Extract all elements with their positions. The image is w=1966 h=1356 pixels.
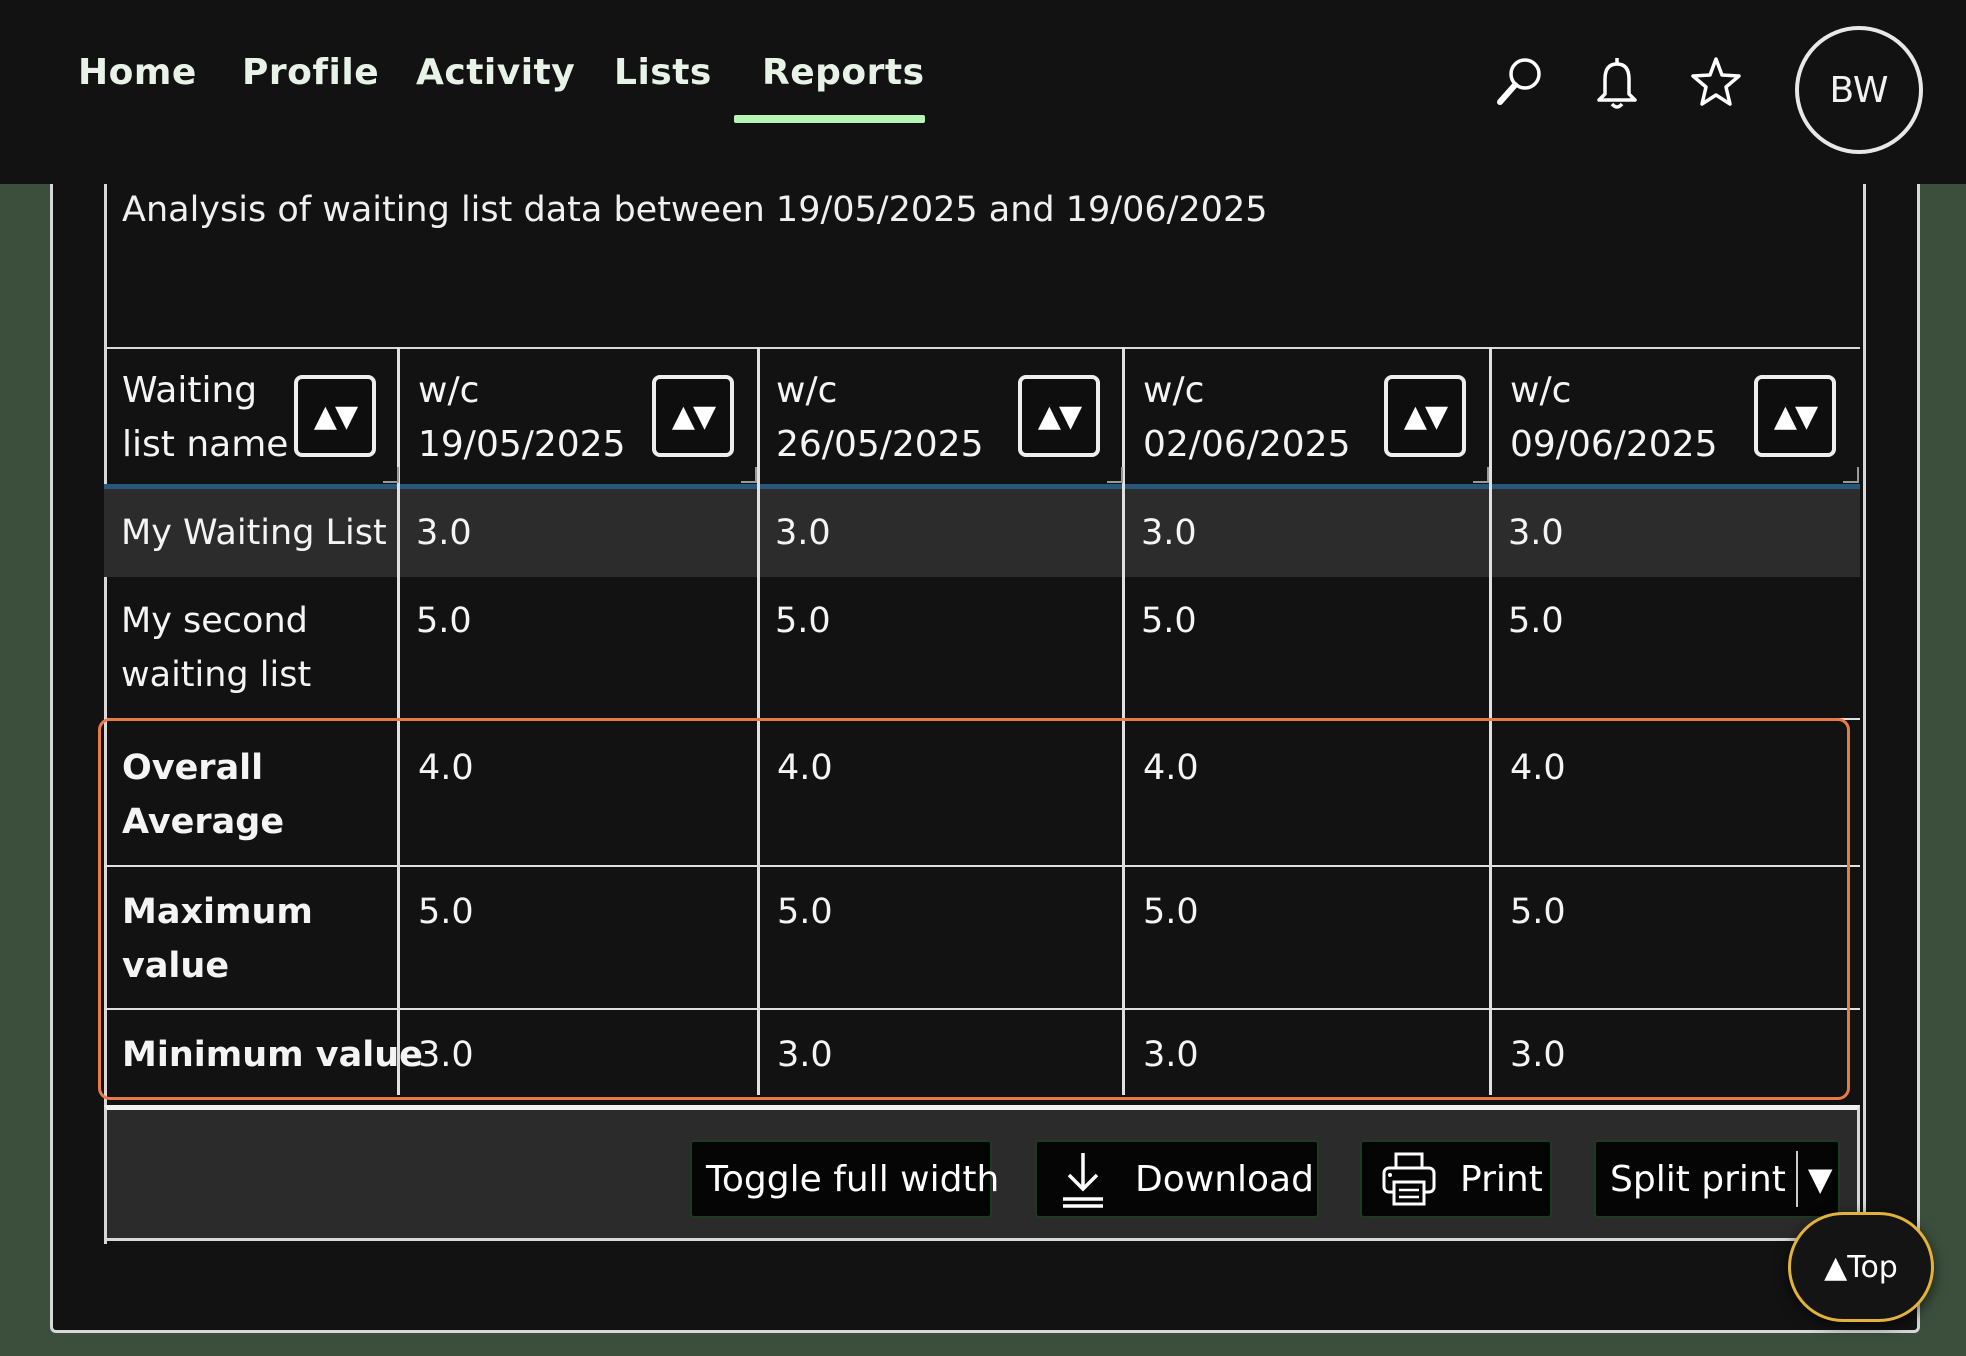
column-header-waiting-list-name: Waiting list name <box>122 364 288 472</box>
split-print-button[interactable]: Split print ▼ <box>1594 1140 1840 1218</box>
chevron-down-icon[interactable]: ▼ <box>1808 1160 1833 1198</box>
table-cell: 3.0 <box>416 513 472 553</box>
header-line: w/c <box>1510 370 1572 411</box>
column-resize-handle[interactable] <box>1843 467 1859 483</box>
column-header-week-4: w/c 09/06/2025 <box>1510 364 1718 472</box>
column-resize-handle[interactable] <box>1107 467 1123 483</box>
sort-button-waiting-list-name[interactable]: ▲▼ <box>294 375 376 457</box>
column-header-week-1: w/c 19/05/2025 <box>418 364 626 472</box>
nav-activity[interactable]: Activity <box>416 52 575 93</box>
header-line: 26/05/2025 <box>776 424 984 465</box>
header-line: w/c <box>776 370 838 411</box>
table-cell: 3.0 <box>1141 513 1197 553</box>
sort-button-week-4[interactable]: ▲▼ <box>1754 375 1836 457</box>
table-cell: 3.0 <box>1508 513 1564 553</box>
nav-reports[interactable]: Reports <box>762 52 925 93</box>
nav-home[interactable]: Home <box>78 52 197 93</box>
column-resize-handle[interactable] <box>1473 467 1489 483</box>
star-icon[interactable] <box>1686 52 1746 112</box>
report-caption: Analysis of waiting list data between 19… <box>122 190 1268 230</box>
top-navigation: Home Profile Activity Lists Reports BW <box>0 0 1966 184</box>
sort-button-week-1[interactable]: ▲▼ <box>652 375 734 457</box>
print-button[interactable]: Print <box>1360 1140 1552 1218</box>
column-resize-handle[interactable] <box>741 467 757 483</box>
table-top-border <box>104 347 1860 349</box>
row-label-my-waiting-list: My Waiting List <box>121 513 387 553</box>
header-line: w/c <box>418 370 480 411</box>
back-to-top-button[interactable]: ▲Top <box>1788 1212 1934 1322</box>
print-label: Print <box>1460 1158 1543 1200</box>
download-label: Download <box>1135 1158 1314 1200</box>
nav-lists[interactable]: Lists <box>614 52 712 93</box>
table-cell: 5.0 <box>416 601 472 641</box>
download-button[interactable]: Download <box>1035 1140 1319 1218</box>
download-icon <box>1063 1153 1103 1208</box>
search-icon[interactable] <box>1490 52 1550 112</box>
bell-icon[interactable] <box>1587 52 1647 112</box>
table-cell: 3.0 <box>775 513 831 553</box>
table-cell: 5.0 <box>775 601 831 641</box>
toggle-full-width-label: Toggle full width <box>706 1158 1000 1200</box>
row-label-line: waiting list <box>121 655 312 695</box>
printer-icon <box>1382 1152 1436 1206</box>
table-cell: 5.0 <box>1141 601 1197 641</box>
header-line: list name <box>122 424 289 465</box>
toggle-full-width-button[interactable]: Toggle full width <box>690 1140 999 1218</box>
header-line: 09/06/2025 <box>1510 424 1718 465</box>
row-label-my-second-waiting-list: My second waiting list <box>121 594 311 702</box>
header-line: Waiting <box>122 370 258 411</box>
nav-active-indicator <box>734 115 925 123</box>
header-line: 19/05/2025 <box>418 424 626 465</box>
row-label-line: My second <box>121 601 308 641</box>
nav-profile[interactable]: Profile <box>242 52 379 93</box>
sort-button-week-3[interactable]: ▲▼ <box>1384 375 1466 457</box>
column-header-week-3: w/c 02/06/2025 <box>1143 364 1351 472</box>
split-divider <box>1795 1151 1798 1207</box>
column-resize-handle[interactable] <box>383 467 399 483</box>
table-cell: 5.0 <box>1508 601 1564 641</box>
summary-rows-highlight <box>98 718 1850 1100</box>
column-header-week-2: w/c 26/05/2025 <box>776 364 984 472</box>
header-line: w/c <box>1143 370 1205 411</box>
sort-button-week-2[interactable]: ▲▼ <box>1018 375 1100 457</box>
user-avatar[interactable]: BW <box>1795 26 1923 154</box>
header-line: 02/06/2025 <box>1143 424 1351 465</box>
split-print-label: Split print <box>1610 1158 1786 1200</box>
